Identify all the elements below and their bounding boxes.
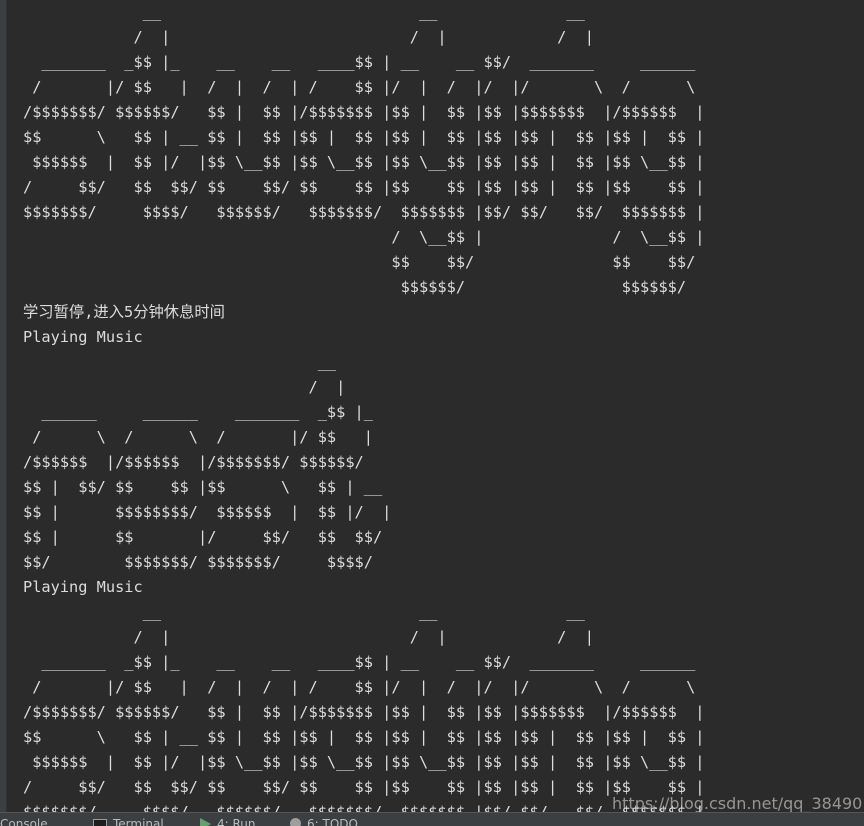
tab-terminal-label: Terminal — [113, 817, 164, 826]
console-line: / $$/ $$ $$/ $$ $$/ $$ $$ |$$ $$ |$$ |$$… — [23, 778, 705, 796]
console-line: $$$$$$$/ $$$$/ $$$$$$/ $$$$$$$/ $$$$$$$ … — [23, 203, 705, 221]
console-line: 学习暂停,进入5分钟休息时间 — [23, 303, 225, 321]
console-line: _______ _$$ |_ __ __ ____$$ | __ __ $$/ … — [23, 53, 696, 71]
run-icon — [200, 818, 211, 826]
left-gutter — [0, 0, 7, 812]
console-line: _______ _$$ |_ __ __ ____$$ | __ __ $$/ … — [23, 653, 696, 671]
console-output-panel[interactable]: __ __ __ / | / | / | _______ _$$ |_ __ _… — [7, 0, 864, 812]
console-line: /$$$$$$$/ $$$$$$/ $$ | $$ |/$$$$$$$ |$$ … — [23, 703, 705, 721]
console-line: $$ | $$$$$$$$/ $$$$$$ | $$ |/ | — [23, 503, 392, 521]
console-line: __ __ __ — [23, 3, 585, 21]
console-line: $$$$$$$/ $$$$/ $$$$$$/ $$$$$$$/ $$$$$$$ … — [23, 803, 705, 812]
terminal-icon — [93, 819, 107, 826]
tab-terminal[interactable]: Terminal — [93, 817, 164, 826]
tab-run-label: 4: Run — [217, 817, 256, 826]
console-line: /$$$$$$ |/$$$$$$ |/$$$$$$$/ $$$$$$/ — [23, 453, 364, 471]
console-line: __ __ __ — [23, 603, 585, 621]
console-line: / | / | / | — [23, 628, 595, 646]
tab-console[interactable]: Console — [0, 817, 48, 826]
console-line: Playing Music — [23, 578, 143, 596]
console-line: $$$$$$ | $$ |/ |$$ \__$$ |$$ \__$$ |$$ \… — [23, 753, 705, 771]
console-line: $$$$$$ | $$ |/ |$$ \__$$ |$$ \__$$ |$$ \… — [23, 153, 705, 171]
console-line: $$ \ $$ | __ $$ | $$ |$$ | $$ |$$ | $$ |… — [23, 128, 705, 146]
console-line: $$ | $$ |/ $$/ $$ $$/ — [23, 528, 383, 546]
console-line: / |/ $$ | / | / | / $$ |/ | / |/ |/ \ / … — [23, 678, 696, 696]
console-output: __ __ __ / | / | / | _______ _$$ |_ __ _… — [7, 0, 864, 812]
tab-todo[interactable]: 6: TODO — [290, 817, 358, 826]
console-line: __ — [23, 353, 337, 371]
console-line: $$ | $$/ $$ $$ |$$ \ $$ | __ — [23, 478, 383, 496]
console-line: $$ $$/ $$ $$/ — [23, 253, 696, 271]
tool-window-bar: Console Terminal 4: Run 6: TODO — [0, 812, 864, 826]
console-line: $$/ $$$$$$$/ $$$$$$$/ $$$$/ — [23, 553, 373, 571]
console-line: ______ ______ _______ _$$ |_ — [23, 403, 373, 421]
console-line: /$$$$$$$/ $$$$$$/ $$ | $$ |/$$$$$$$ |$$ … — [23, 103, 705, 121]
console-line: $$$$$$/ $$$$$$/ — [23, 278, 687, 296]
console-line: Playing Music — [23, 328, 143, 346]
console-line: / |/ $$ | / | / | / $$ |/ | / |/ |/ \ / … — [23, 78, 696, 96]
tab-run[interactable]: 4: Run — [200, 817, 256, 826]
tab-console-label: Console — [0, 817, 48, 826]
console-line: / \ / \ / |/ $$ | — [23, 428, 373, 446]
console-line: / | — [23, 378, 346, 396]
console-line: / $$/ $$ $$/ $$ $$/ $$ $$ |$$ $$ |$$ |$$… — [23, 178, 705, 196]
todo-icon — [290, 818, 301, 826]
console-line: / | / | / | — [23, 28, 595, 46]
ide-window: __ __ __ / | / | / | _______ _$$ |_ __ _… — [0, 0, 864, 826]
console-line: $$ \ $$ | __ $$ | $$ |$$ | $$ |$$ | $$ |… — [23, 728, 705, 746]
tab-todo-label: 6: TODO — [307, 817, 358, 826]
console-line: / \__$$ | / \__$$ | — [23, 228, 705, 246]
